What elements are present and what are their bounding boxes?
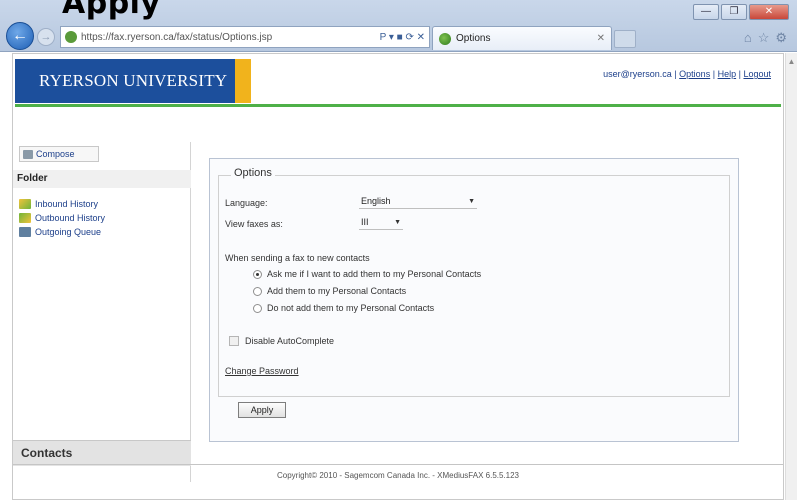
logout-link[interactable]: Logout	[743, 69, 771, 79]
address-bar[interactable]: https://fax.ryerson.ca/fax/status/Option…	[60, 26, 430, 48]
compose-icon	[23, 149, 33, 159]
ryerson-logo: RYERSON UNIVERSITY	[15, 59, 235, 103]
logo-accent	[235, 59, 251, 103]
favorites-star-icon[interactable]: ☆	[758, 30, 770, 46]
tab-close-icon[interactable]: ✕	[597, 33, 605, 44]
header-links: user@ryerson.ca | Options | Help | Logou…	[603, 69, 771, 79]
help-link[interactable]: Help	[718, 69, 737, 79]
site-favicon-icon	[65, 31, 77, 43]
page-footer: Copyright© 2010 - Sagemcom Canada Inc. -…	[13, 464, 783, 486]
separator: |	[738, 69, 741, 79]
radio-label: Do not add them to my Personal Contacts	[267, 303, 435, 313]
view-faxes-select[interactable]: III ▼	[359, 215, 403, 230]
sidebar-item-label: Outgoing Queue	[35, 227, 102, 237]
change-password-link[interactable]: Change Password	[225, 366, 299, 376]
view-faxes-value: III	[361, 217, 369, 227]
apply-button[interactable]: Apply	[238, 402, 286, 418]
tab-label: Options	[456, 33, 491, 44]
vertical-scrollbar[interactable]: ▲	[785, 53, 797, 500]
options-fieldset: Options Language: English ▼ View faxes a…	[218, 167, 730, 397]
language-value: English	[361, 196, 391, 206]
contacts-section[interactable]: Contacts	[13, 440, 191, 466]
radio-label: Ask me if I want to add them to my Perso…	[267, 269, 482, 279]
address-url[interactable]: https://fax.ryerson.ca/fax/status/Option…	[81, 32, 376, 43]
sidebar-item-label: Inbound History	[35, 199, 99, 209]
sidebar-item-inbound-history[interactable]: Inbound History	[19, 198, 105, 210]
user-email: user@ryerson.ca	[603, 69, 672, 79]
outgoing-queue-icon	[19, 227, 31, 237]
gear-icon[interactable]: ⚙	[775, 30, 787, 46]
scroll-up-icon[interactable]: ▲	[786, 57, 797, 66]
window-controls: — ❐ ✕	[693, 4, 789, 20]
forward-button[interactable]: →	[37, 28, 55, 46]
sidebar-item-outgoing-queue[interactable]: Outgoing Queue	[19, 226, 105, 238]
separator: |	[712, 69, 716, 79]
maximize-button[interactable]: ❐	[721, 4, 747, 20]
options-link[interactable]: Options	[679, 69, 710, 79]
checkbox-box	[229, 336, 239, 346]
radio-ask-add-contacts[interactable]: Ask me if I want to add them to my Perso…	[253, 269, 481, 279]
radio-selected-icon	[253, 269, 262, 279]
language-select[interactable]: English ▼	[359, 194, 477, 209]
forward-arrow-icon: →	[40, 31, 52, 43]
back-arrow-icon: ←	[12, 27, 28, 44]
compose-button[interactable]: Compose	[19, 146, 99, 162]
options-panel: Options Language: English ▼ View faxes a…	[209, 158, 739, 442]
folder-heading: Folder	[13, 170, 191, 188]
tab-favicon-icon	[439, 32, 451, 45]
inbound-history-icon	[19, 199, 31, 209]
contacts-prompt: When sending a fax to new contacts	[225, 253, 370, 263]
sidebar-item-outbound-history[interactable]: Outbound History	[19, 212, 105, 224]
outbound-history-icon	[19, 213, 31, 223]
minimize-button[interactable]: —	[693, 4, 719, 20]
radio-unselected-icon	[253, 303, 262, 313]
folder-list: Inbound History Outbound History Outgoin…	[19, 198, 105, 240]
chevron-down-icon: ▼	[468, 197, 475, 205]
home-icon[interactable]: ⌂	[744, 30, 752, 46]
browser-toolbar-icons: ⌂ ☆ ⚙	[744, 30, 787, 46]
radio-unselected-icon	[253, 286, 262, 296]
disable-autocomplete-checkbox[interactable]: Disable AutoComplete	[229, 336, 334, 346]
close-window-button[interactable]: ✕	[749, 4, 789, 20]
separator: |	[674, 69, 677, 79]
back-button[interactable]: ←	[6, 22, 34, 50]
address-bar-actions[interactable]: P ▾ ■ ⟳ ✕	[380, 32, 425, 43]
page-content: RYERSON UNIVERSITY user@ryerson.ca | Opt…	[12, 53, 784, 500]
checkbox-label: Disable AutoComplete	[245, 336, 335, 346]
options-legend: Options	[231, 167, 275, 179]
compose-label: Compose	[36, 149, 75, 159]
overlay-title: Apply	[62, 0, 161, 21]
header-divider	[15, 104, 781, 107]
sidebar: Compose Folder Inbound History Outbound …	[13, 142, 191, 482]
new-tab-button[interactable]	[614, 30, 636, 48]
view-faxes-label: View faxes as:	[225, 219, 283, 229]
radio-label: Add them to my Personal Contacts	[267, 286, 407, 296]
radio-add-contacts[interactable]: Add them to my Personal Contacts	[253, 286, 406, 296]
chevron-down-icon: ▼	[394, 218, 401, 226]
language-label: Language:	[225, 198, 268, 208]
sidebar-item-label: Outbound History	[35, 213, 106, 223]
tab-options[interactable]: Options ✕	[432, 26, 612, 50]
page-header: RYERSON UNIVERSITY user@ryerson.ca | Opt…	[13, 54, 783, 104]
radio-do-not-add-contacts[interactable]: Do not add them to my Personal Contacts	[253, 303, 434, 313]
